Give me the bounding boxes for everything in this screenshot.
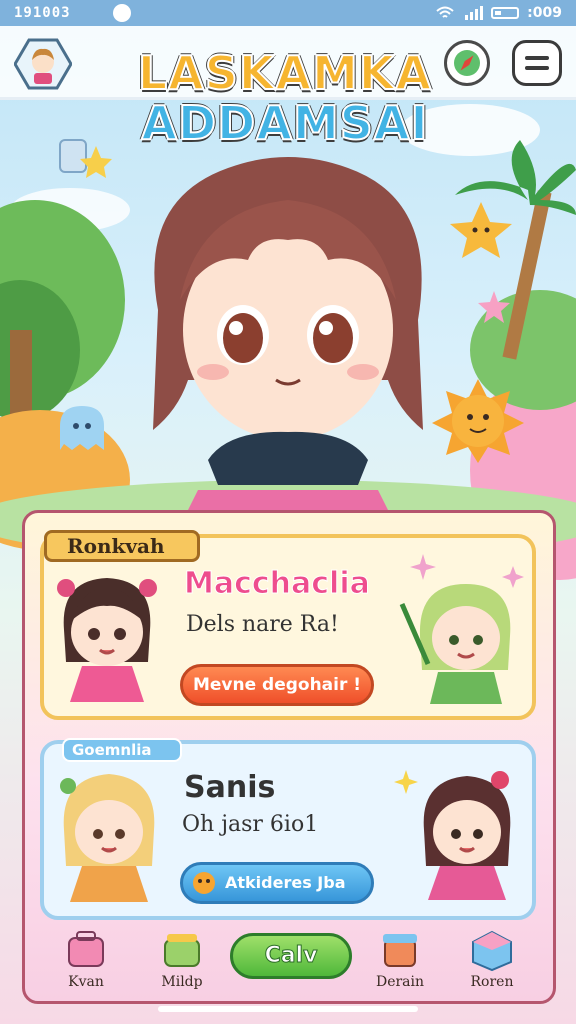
- character-blonde: [60, 774, 155, 902]
- signal-icon: [465, 6, 484, 20]
- ghost-critter: [60, 406, 104, 450]
- settings-dot-icon: [112, 4, 131, 22]
- player-avatar-icon[interactable]: [14, 38, 72, 90]
- smile-face-icon: [193, 872, 215, 894]
- main-cta-button[interactable]: Calv: [230, 933, 352, 979]
- gift-box-icon: [383, 934, 417, 967]
- nav-label: Mildp: [161, 974, 203, 990]
- card-2-action-button[interactable]: Atkideres Jba: [180, 862, 374, 904]
- cup-star-icon: [59, 139, 112, 178]
- main-character: [153, 157, 423, 520]
- nav-label: Roren: [470, 974, 514, 990]
- status-right: :009: [435, 5, 562, 21]
- card-1-action-button[interactable]: Mevne degohair !: [180, 664, 374, 706]
- menu-button[interactable]: [512, 40, 562, 86]
- character-girl-red-bow: [423, 771, 511, 900]
- nav-item-roren[interactable]: Roren: [452, 928, 532, 998]
- nav-item-kvan[interactable]: Kvan: [46, 928, 126, 998]
- wifi-icon: [436, 6, 454, 18]
- menu-line: [525, 56, 549, 60]
- battery-icon: [491, 7, 520, 19]
- title-line-2: ADDAMSAI: [140, 96, 429, 150]
- bag-icon: [68, 931, 104, 967]
- card-1-title: Macchaclia: [184, 566, 371, 602]
- sparkle-icon: [394, 770, 418, 794]
- game-title: LASKAMKA ADDAMSAI: [120, 46, 450, 150]
- home-indicator: [158, 1006, 418, 1012]
- small-star: [478, 291, 510, 323]
- card-1-tag: Ronkvah: [44, 530, 200, 562]
- menu-line: [525, 66, 549, 70]
- game-scene: 191003 :009 LASKAMKA ADDAMSAI Ronkvah Ma…: [0, 0, 576, 1024]
- sparkle-icon: [502, 566, 524, 588]
- card-2-subtitle: Oh jasr 6io1: [182, 812, 319, 837]
- card-2-title: Sanis: [184, 770, 276, 805]
- character-green-hair: [399, 584, 511, 704]
- status-right-time: :009: [527, 5, 562, 21]
- status-time: 191003: [14, 5, 71, 21]
- card-1-subtitle: Dels nare Ra!: [186, 612, 339, 637]
- nav-label: Derain: [375, 974, 425, 990]
- compass-button[interactable]: [444, 40, 490, 86]
- title-line-1: LASKAMKA: [137, 46, 433, 100]
- status-bar: 191003 :009: [0, 0, 576, 26]
- sparkle-icon: [410, 554, 436, 580]
- card-2-action-label: Atkideres Jba: [225, 873, 346, 892]
- card-2-tag: Goemnlia: [62, 738, 182, 762]
- cube-icon: [472, 930, 512, 972]
- treasure-pot-icon: [164, 934, 200, 967]
- nav-label: Kvan: [68, 974, 104, 990]
- nav-item-mildp[interactable]: Mildp: [142, 928, 222, 998]
- character-girl-pink: [57, 578, 157, 702]
- nav-item-derain[interactable]: Derain: [360, 928, 440, 998]
- compass-icon: [454, 50, 480, 76]
